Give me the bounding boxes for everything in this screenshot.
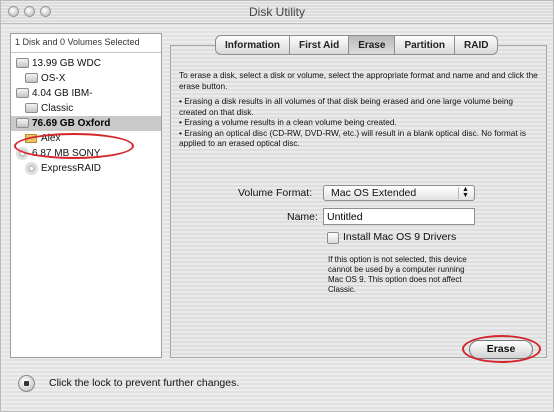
erase-button[interactable]: Erase <box>469 340 533 359</box>
hard-disk-icon <box>16 58 29 68</box>
instructions-bullet: • Erasing a volume results in a clean vo… <box>179 117 397 127</box>
instructions-bullet: • Erasing a disk results in all volumes … <box>179 96 514 117</box>
volume-label: Alex <box>41 133 61 144</box>
disk-label: 13.99 GB WDC <box>32 58 101 69</box>
hard-disk-icon <box>16 88 29 98</box>
disk-item-ibm[interactable]: 4.04 GB IBM- <box>11 86 161 101</box>
volume-format-value: Mac OS Extended <box>331 187 417 199</box>
erase-instructions: To erase a disk, select a disk or volume… <box>179 70 541 149</box>
tab-erase[interactable]: Erase <box>348 35 396 55</box>
popup-arrows-icon: ▲ ▼ <box>458 186 472 199</box>
install-drivers-checkbox[interactable] <box>327 232 339 244</box>
volume-label: OS-X <box>41 73 66 84</box>
volume-item-alex[interactable]: Alex <box>11 131 161 146</box>
disk-item-wdc[interactable]: 13.99 GB WDC <box>11 56 161 71</box>
disk-item-oxford[interactable]: 76.69 GB Oxford <box>11 116 161 131</box>
hard-disk-icon <box>16 118 29 128</box>
disk-list-pane[interactable]: 1 Disk and 0 Volumes Selected 13.99 GB W… <box>10 33 162 358</box>
divider <box>11 52 161 53</box>
title-bar[interactable]: Disk Utility <box>1 1 553 24</box>
name-label: Name: <box>287 211 318 223</box>
name-field[interactable] <box>323 208 475 225</box>
window-title: Disk Utility <box>249 5 305 19</box>
disk-item-sony[interactable]: 6.87 MB SONY <box>11 146 161 161</box>
volume-item-classic[interactable]: Classic <box>11 101 161 116</box>
volume-icon <box>25 134 37 143</box>
tab-raid[interactable]: RAID <box>454 35 499 55</box>
tab-information[interactable]: Information <box>215 35 290 55</box>
disk-label: 4.04 GB IBM- <box>32 88 93 99</box>
selection-summary: 1 Disk and 0 Volumes Selected <box>11 34 161 52</box>
disk-tree: 13.99 GB WDC OS-X 4.04 GB IBM- Classic 7… <box>11 56 161 176</box>
instructions-intro: To erase a disk, select a disk or volume… <box>179 70 538 91</box>
drivers-note: If this option is not selected, this dev… <box>328 255 467 294</box>
volume-label: ExpressRAID <box>41 163 102 174</box>
lock-icon[interactable] <box>18 375 35 392</box>
volume-icon <box>25 73 38 83</box>
tab-first-aid[interactable]: First Aid <box>289 35 350 55</box>
optical-disc-icon <box>16 147 29 160</box>
instructions-bullet: • Erasing an optical disc (CD-RW, DVD-RW… <box>179 127 527 149</box>
install-drivers-label[interactable]: Install Mac OS 9 Drivers <box>343 231 456 243</box>
volume-item-osx[interactable]: OS-X <box>11 71 161 86</box>
tab-bar: Information First Aid Erase Partition RA… <box>215 35 499 55</box>
volume-item-expressraid[interactable]: ExpressRAID <box>11 161 161 176</box>
volume-label: Classic <box>41 103 74 114</box>
volume-format-label: Volume Format: <box>238 187 313 199</box>
volume-icon <box>25 103 38 113</box>
disk-label: 76.69 GB Oxford <box>32 118 111 129</box>
tab-partition[interactable]: Partition <box>394 35 455 55</box>
optical-disc-icon <box>25 162 38 175</box>
volume-format-select[interactable]: Mac OS Extended ▲ ▼ <box>323 185 475 201</box>
disk-label: 6.87 MB SONY <box>32 148 101 159</box>
lock-message: Click the lock to prevent further change… <box>49 377 240 389</box>
disk-utility-window: Disk Utility 1 Disk and 0 Volumes Select… <box>0 0 554 412</box>
